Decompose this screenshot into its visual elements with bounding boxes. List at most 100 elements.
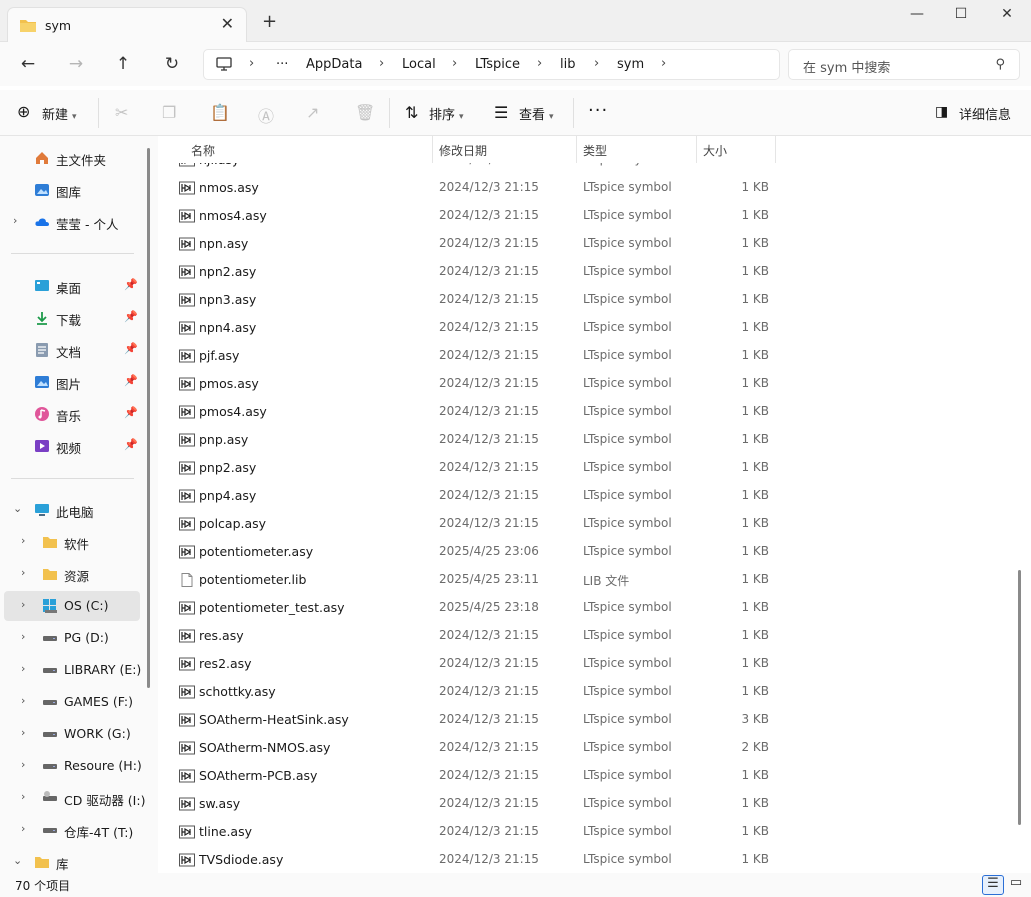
- sidebar-item-os-c[interactable]: › OS (C:): [4, 591, 140, 621]
- sidebar-item-drive-d[interactable]: › PG (D:): [0, 624, 146, 652]
- column-size[interactable]: 大小: [703, 142, 727, 159]
- refresh-icon[interactable]: ↻: [161, 54, 183, 74]
- sidebar-item-desktop[interactable]: 桌面 📌: [0, 272, 146, 300]
- sidebar-item-this-pc[interactable]: ⌄ 此电脑: [0, 496, 146, 524]
- sidebar-item-onedrive[interactable]: › 莹莹 - 个人: [0, 208, 146, 236]
- sidebar-item-software[interactable]: › 软件: [0, 528, 146, 556]
- cut-icon[interactable]: ✂: [115, 103, 128, 122]
- sidebar-item-documents[interactable]: 文档 📌: [0, 336, 146, 364]
- chevron-right-icon[interactable]: ›: [21, 598, 25, 611]
- pin-icon[interactable]: 📌: [124, 374, 138, 387]
- sidebar-item-drive-g[interactable]: › WORK (G:): [0, 720, 146, 748]
- table-row[interactable]: npn4.asy 2024/12/3 21:15 LTspice symbol 1 K…: [158, 314, 1018, 342]
- up-arrow-icon[interactable]: ↑: [112, 54, 134, 74]
- chevron-down-icon[interactable]: ⌄: [13, 502, 22, 515]
- more-options-icon[interactable]: ···: [588, 100, 608, 121]
- close-window-icon[interactable]: ✕: [992, 6, 1022, 26]
- pin-icon[interactable]: 📌: [124, 342, 138, 355]
- sidebar-item-library[interactable]: ⌄ 库: [0, 848, 146, 876]
- sidebar-item-drive-h[interactable]: › Resoure (H:): [0, 752, 146, 780]
- address-bar[interactable]: › ··· AppData › Local › LTspice › lib › …: [203, 49, 780, 80]
- chevron-right-icon[interactable]: ›: [21, 758, 25, 771]
- breadcrumb-more[interactable]: ···: [276, 57, 288, 72]
- table-row[interactable]: pnp2.asy 2024/12/3 21:15 LTspice symbol 1 K…: [158, 454, 1018, 482]
- column-divider[interactable]: [696, 136, 697, 163]
- column-type[interactable]: 类型: [583, 142, 607, 159]
- table-row[interactable]: polcap.asy 2024/12/3 21:15 LTspice symbol 1…: [158, 510, 1018, 538]
- table-row[interactable]: schottky.asy 2024/12/3 21:15 LTspice symbo…: [158, 678, 1018, 706]
- table-row[interactable]: SOAtherm-NMOS.asy 2024/12/3 21:15 LTspice …: [158, 734, 1018, 762]
- chevron-down-icon[interactable]: ⌄: [13, 854, 22, 867]
- chevron-right-icon[interactable]: ›: [21, 566, 25, 579]
- pin-icon[interactable]: 📌: [124, 310, 138, 323]
- column-divider[interactable]: [775, 136, 776, 163]
- table-row[interactable]: res2.asy 2024/12/3 21:15 LTspice symbol 1 K…: [158, 650, 1018, 678]
- new-tab-icon[interactable]: +: [262, 11, 277, 32]
- table-row[interactable]: npn2.asy 2024/12/3 21:15 LTspice symbol 1 K…: [158, 258, 1018, 286]
- table-row[interactable]: SOAtherm-HeatSink.asy 2024/12/3 21:15 LTsp…: [158, 706, 1018, 734]
- delete-icon[interactable]: 🗑: [355, 103, 375, 122]
- pin-icon[interactable]: 📌: [124, 438, 138, 451]
- table-row[interactable]: npn.asy 2024/12/3 21:15 LTspice symbol 1 KB: [158, 230, 1018, 258]
- breadcrumb-lib[interactable]: lib: [560, 57, 575, 72]
- breadcrumb-sym[interactable]: sym: [617, 57, 644, 72]
- sidebar-item-pictures[interactable]: 图片 📌: [0, 368, 146, 396]
- content-scrollbar[interactable]: [1018, 570, 1021, 825]
- details-view-icon[interactable]: ☰: [982, 875, 1004, 895]
- tab-sym[interactable]: sym ✕: [7, 7, 247, 42]
- sidebar-scrollbar[interactable]: [147, 148, 150, 688]
- view-button[interactable]: 查看 ▾: [519, 104, 554, 123]
- table-row[interactable]: pnp.asy 2024/12/3 21:15 LTspice symbol 1 KB: [158, 426, 1018, 454]
- search-box[interactable]: 在 sym 中搜索 ⚲: [788, 49, 1020, 80]
- details-button[interactable]: 详细信息: [959, 104, 1011, 123]
- table-row[interactable]: potentiometer.lib 2025/4/25 23:11 LIB 文件 1 …: [158, 566, 1018, 594]
- sidebar-item-videos[interactable]: 视频 📌: [0, 432, 146, 460]
- sidebar-item-drive-f[interactable]: › GAMES (F:): [0, 688, 146, 716]
- search-icon[interactable]: ⚲: [995, 57, 1005, 72]
- table-row[interactable]: pnp4.asy 2024/12/3 21:15 LTspice symbol 1 K…: [158, 482, 1018, 510]
- minimize-icon[interactable]: —: [902, 6, 932, 26]
- maximize-icon[interactable]: ☐: [946, 6, 976, 26]
- table-row[interactable]: potentiometer.asy 2025/4/25 23:06 LTspice …: [158, 538, 1018, 566]
- sidebar-item-home[interactable]: 主文件夹: [0, 144, 146, 172]
- column-divider[interactable]: [432, 136, 433, 163]
- forward-arrow-icon[interactable]: →: [65, 54, 87, 74]
- column-name[interactable]: 名称: [191, 142, 215, 159]
- table-row[interactable]: pmos4.asy 2024/12/3 21:15 LTspice symbol 1 …: [158, 398, 1018, 426]
- chevron-right-icon[interactable]: ›: [21, 790, 25, 803]
- sidebar-item-drive-t[interactable]: › 仓库-4T (T:): [0, 816, 146, 844]
- new-button[interactable]: 新建 ▾: [42, 104, 77, 123]
- table-row[interactable]: potentiometer_test.asy 2025/4/25 23:18 LTs…: [158, 594, 1018, 622]
- table-row[interactable]: tline.asy 2024/12/3 21:15 LTspice symbol 1 …: [158, 818, 1018, 846]
- chevron-right-icon[interactable]: ›: [21, 694, 25, 707]
- table-row[interactable]: npn3.asy 2024/12/3 21:15 LTspice symbol 1 K…: [158, 286, 1018, 314]
- chevron-right-icon[interactable]: ›: [21, 822, 25, 835]
- table-row[interactable]: nmos4.asy 2024/12/3 21:15 LTspice symbol 1 …: [158, 202, 1018, 230]
- breadcrumb-local[interactable]: Local: [402, 57, 436, 72]
- chevron-right-icon[interactable]: ›: [21, 726, 25, 739]
- copy-icon[interactable]: ❐: [162, 103, 176, 122]
- breadcrumb-ltspice[interactable]: LTspice: [475, 57, 520, 72]
- chevron-right-icon[interactable]: ›: [21, 662, 25, 675]
- pin-icon[interactable]: 📌: [124, 278, 138, 291]
- table-row[interactable]: SOAtherm-PCB.asy 2024/12/3 21:15 LTspice s…: [158, 762, 1018, 790]
- sort-button[interactable]: 排序 ▾: [429, 104, 464, 123]
- close-tab-icon[interactable]: ✕: [221, 14, 234, 33]
- sidebar-item-music[interactable]: 音乐 📌: [0, 400, 146, 428]
- table-row[interactable]: sw.asy 2024/12/3 21:15 LTspice symbol 1 KB: [158, 790, 1018, 818]
- back-arrow-icon[interactable]: ←: [17, 54, 39, 74]
- sidebar-item-resources[interactable]: › 资源: [0, 560, 146, 588]
- table-row[interactable]: TVSdiode.asy 2024/12/3 21:15 LTspice symbo…: [158, 846, 1018, 873]
- share-icon[interactable]: ↗: [306, 103, 319, 122]
- sidebar-item-downloads[interactable]: 下载 📌: [0, 304, 146, 332]
- table-row[interactable]: nmos.asy 2024/12/3 21:15 LTspice symbol 1 K…: [158, 174, 1018, 202]
- column-date[interactable]: 修改日期: [439, 142, 487, 159]
- chevron-right-icon[interactable]: ›: [21, 534, 25, 547]
- column-divider[interactable]: [576, 136, 577, 163]
- table-row[interactable]: pmos.asy 2024/12/3 21:15 LTspice symbol 1 K…: [158, 370, 1018, 398]
- sidebar-item-drive-i[interactable]: › CD 驱动器 (I:): [0, 784, 146, 812]
- large-icons-view-icon[interactable]: ▭: [1005, 875, 1027, 895]
- sidebar-item-drive-e[interactable]: › LIBRARY (E:): [0, 656, 146, 684]
- breadcrumb-appdata[interactable]: AppData: [306, 57, 362, 72]
- rename-icon[interactable]: Ⓐ: [258, 103, 274, 127]
